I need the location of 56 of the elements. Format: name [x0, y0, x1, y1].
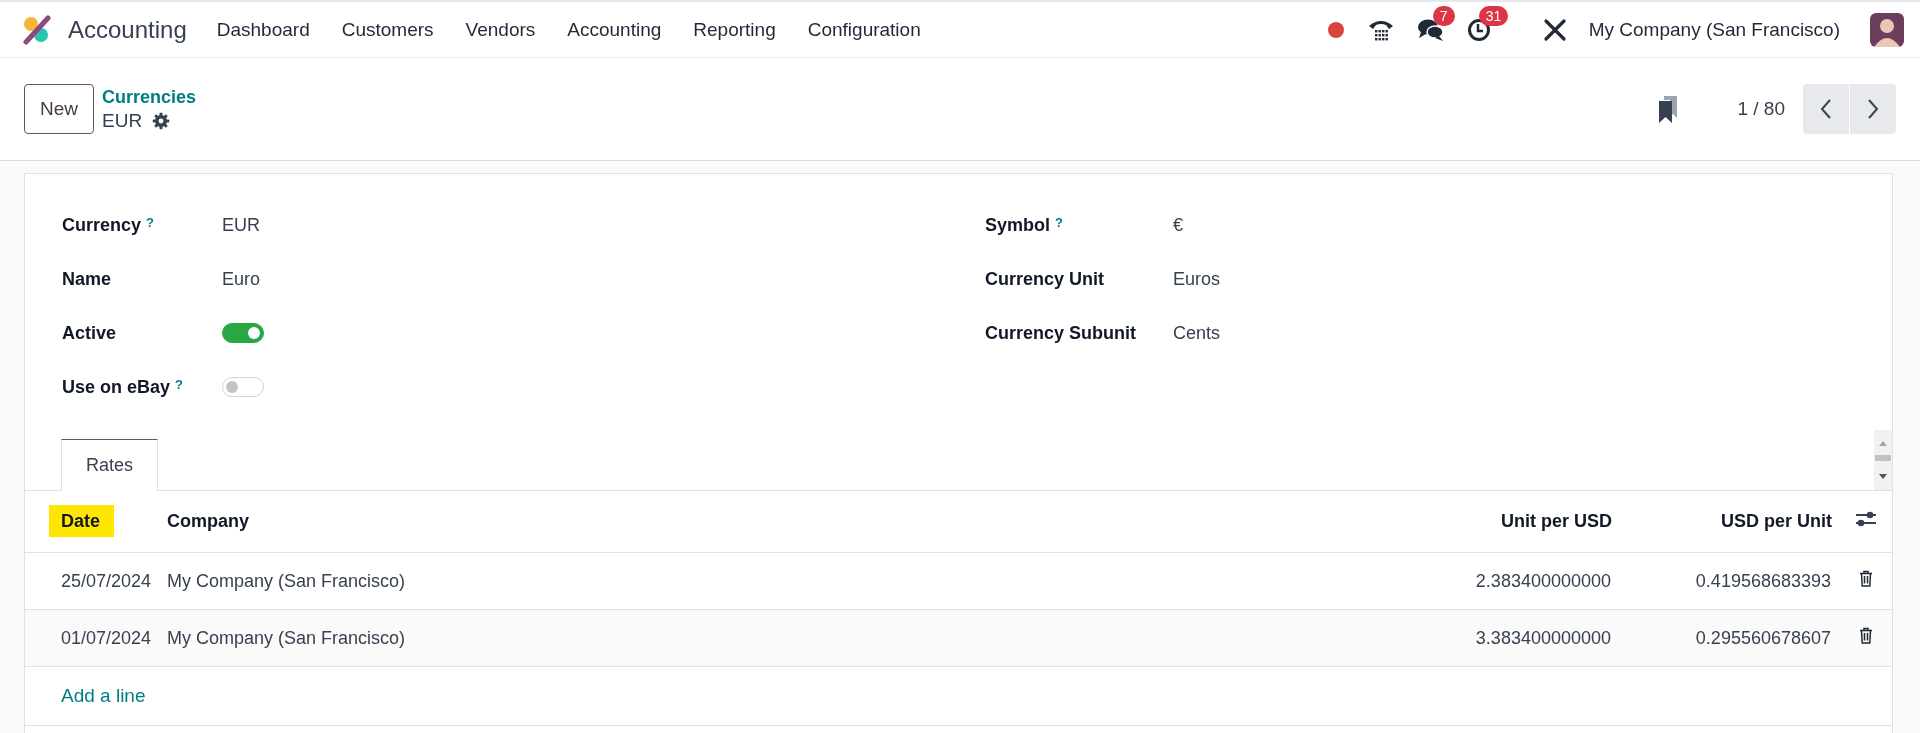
- field-value: Euro: [222, 268, 261, 290]
- help-tooltip[interactable]: ?: [146, 214, 154, 230]
- field-value: Cents: [1173, 322, 1221, 344]
- table-cell: 3.383400000000: [1475, 627, 1611, 648]
- message-count-badge: 7: [1432, 5, 1455, 26]
- column-header[interactable]: USD per Unit: [1721, 507, 1832, 535]
- menu-item[interactable]: Configuration: [791, 18, 937, 41]
- field-label: Currency: [62, 214, 142, 236]
- help-tooltip[interactable]: ?: [1055, 214, 1063, 230]
- activity-count-badge: 31: [1478, 5, 1509, 26]
- column-header[interactable]: Unit per USD: [1501, 507, 1612, 535]
- menu-item[interactable]: Accounting: [551, 18, 678, 41]
- breadcrumb-link[interactable]: Currencies: [102, 86, 197, 108]
- column-header[interactable]: Company: [167, 507, 249, 535]
- field-label: Currency Subunit: [985, 322, 1136, 344]
- delete-icon[interactable]: [1858, 627, 1873, 644]
- tab[interactable]: Rates: [61, 439, 159, 491]
- menu-item[interactable]: Reporting: [677, 18, 792, 41]
- column-settings-icon[interactable]: [1855, 510, 1877, 528]
- table-cell: 0.419568683393: [1695, 570, 1831, 591]
- avatar-icon[interactable]: [1870, 12, 1904, 47]
- pager-value[interactable]: 1 / 80: [1737, 98, 1785, 120]
- next-button[interactable]: [1850, 84, 1896, 134]
- recording-icon[interactable]: [1326, 20, 1345, 39]
- delete-icon[interactable]: [1858, 570, 1873, 587]
- field-value: Euros: [1173, 268, 1221, 290]
- table-cell: My Company (San Francisco): [167, 570, 406, 591]
- table-cell: 01/07/2024: [61, 627, 152, 648]
- column-header[interactable]: Date: [49, 505, 114, 537]
- table-cell: 25/07/2024: [61, 570, 152, 591]
- bookmark-icon[interactable]: [1657, 94, 1680, 124]
- previous-button[interactable]: [1803, 84, 1849, 134]
- chevron-left-icon: [1819, 98, 1833, 120]
- table-cell: 0.295560678607: [1695, 627, 1831, 648]
- help-tooltip[interactable]: ?: [175, 376, 183, 392]
- chevron-right-icon: [1866, 98, 1880, 120]
- company-switcher[interactable]: My Company (San Francisco): [1588, 18, 1840, 41]
- table-cell: 2.383400000000: [1475, 570, 1611, 591]
- record-name: EUR: [102, 109, 143, 132]
- toggle-switch[interactable]: [222, 323, 264, 343]
- scrollbar[interactable]: [1874, 430, 1892, 490]
- field-label: Currency Unit: [985, 268, 1105, 290]
- field-value: EUR: [222, 214, 260, 236]
- field-value: €: [1173, 214, 1183, 236]
- app-name[interactable]: Accounting: [68, 15, 187, 44]
- field-label: Symbol: [985, 214, 1050, 236]
- field-label: Name: [62, 268, 112, 290]
- field-label: Use on eBay: [62, 376, 171, 398]
- menu-item[interactable]: Dashboard: [200, 18, 326, 41]
- menu-item[interactable]: Customers: [325, 18, 450, 41]
- add-line-link[interactable]: Add a line: [61, 685, 146, 706]
- field-label: Active: [62, 322, 117, 344]
- app-logo-icon[interactable]: [22, 14, 52, 45]
- menu-item[interactable]: Vendors: [449, 18, 552, 41]
- new-button[interactable]: New: [24, 84, 94, 134]
- table-cell: My Company (San Francisco): [167, 627, 406, 648]
